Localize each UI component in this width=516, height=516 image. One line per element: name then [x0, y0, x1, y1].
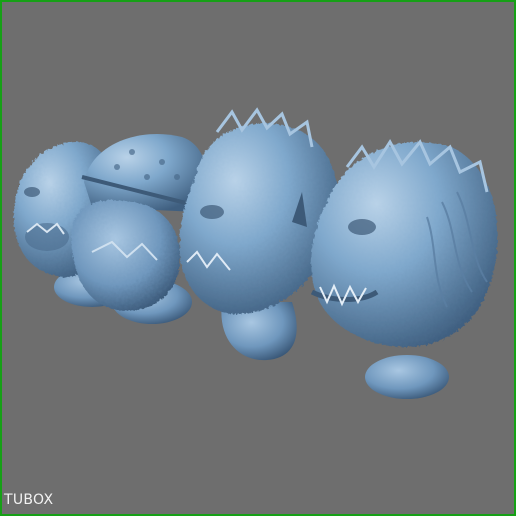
model-render [13, 107, 498, 399]
3d-viewport[interactable]: TUBOX [2, 2, 514, 514]
watermark-label: TUBOX [4, 492, 54, 508]
werewolf-head-2 [310, 139, 498, 399]
